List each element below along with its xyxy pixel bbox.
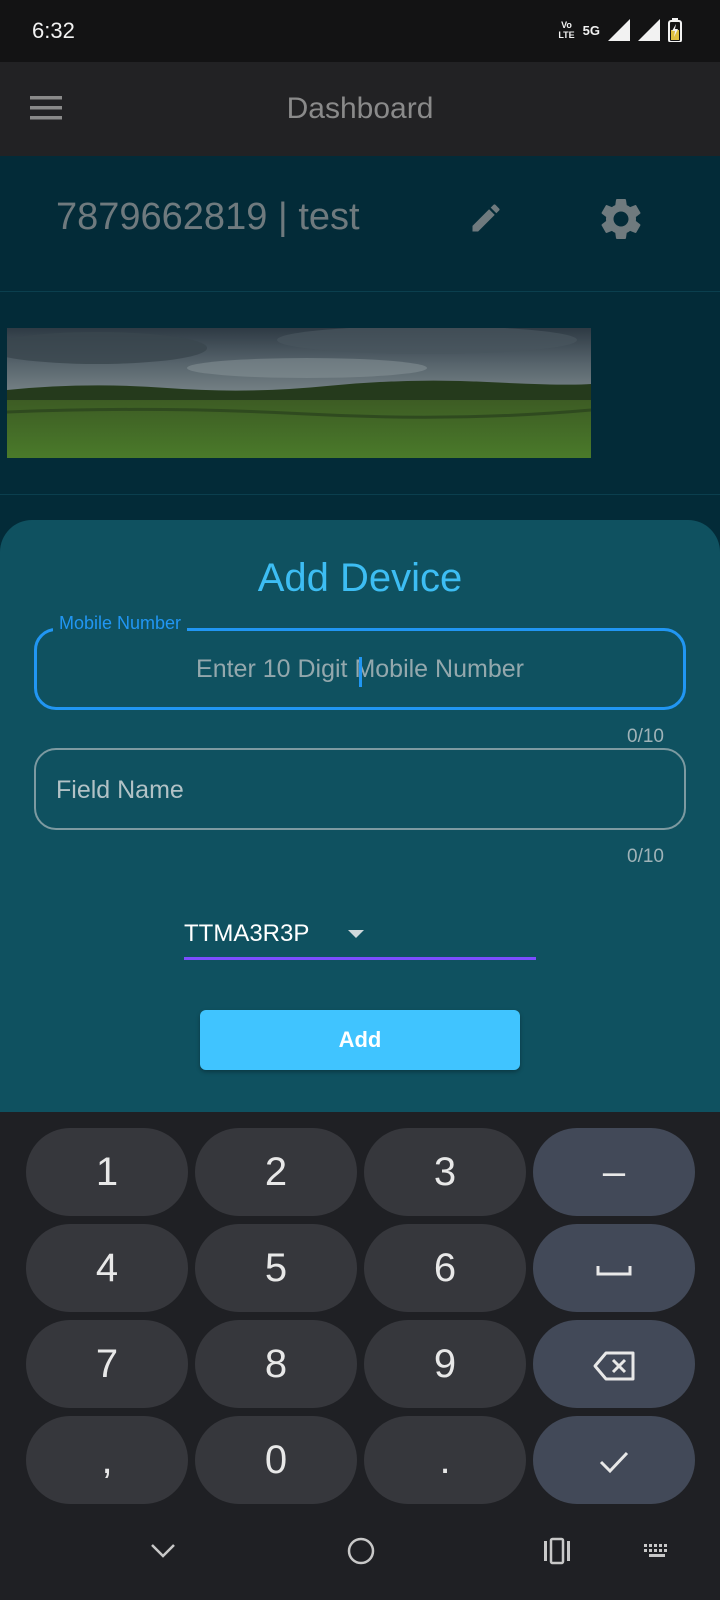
key-0[interactable]: 0	[195, 1416, 357, 1504]
signal-icon	[608, 19, 630, 41]
status-bar: 6:32 Vo LTE 5G	[0, 0, 720, 62]
keyboard-icon[interactable]	[642, 1536, 672, 1566]
page-title: Dashboard	[286, 92, 434, 125]
home-circle-icon[interactable]	[346, 1536, 376, 1566]
dropdown-arrow-icon	[348, 930, 364, 938]
key-done[interactable]	[533, 1416, 695, 1504]
signal-icon	[638, 19, 660, 41]
numeric-keyboard: 1 2 3 – 4 5 6 7 8 9 , 0 .	[0, 1112, 720, 1512]
recents-icon[interactable]	[542, 1536, 572, 1566]
key-backspace[interactable]	[533, 1320, 695, 1408]
backspace-icon	[593, 1351, 635, 1381]
key-8[interactable]: 8	[195, 1320, 357, 1408]
volte-icon: Vo LTE	[558, 20, 575, 40]
status-icons: Vo LTE 5G	[558, 18, 682, 42]
device-header-text: 7879662819 | test	[56, 196, 360, 238]
device-dropdown[interactable]: TTMA3R3P	[184, 916, 536, 960]
battery-charging-icon	[668, 18, 682, 42]
space-icon	[596, 1266, 632, 1276]
key-comma[interactable]: ,	[26, 1416, 188, 1504]
text-cursor	[359, 657, 362, 687]
key-6[interactable]: 6	[364, 1224, 526, 1312]
key-3[interactable]: 3	[364, 1128, 526, 1216]
field-name-counter: 0/10	[627, 846, 664, 867]
checkmark-icon	[599, 1452, 629, 1474]
status-time: 6:32	[32, 18, 75, 43]
field-name-input[interactable]: Field Name	[34, 748, 686, 830]
key-5[interactable]: 5	[195, 1224, 357, 1312]
landscape-image	[7, 328, 591, 458]
key-9[interactable]: 9	[364, 1320, 526, 1408]
key-space[interactable]	[533, 1224, 695, 1312]
key-7[interactable]: 7	[26, 1320, 188, 1408]
field-name-placeholder: Field Name	[56, 776, 184, 804]
mobile-number-label: Mobile Number	[53, 613, 188, 634]
add-button[interactable]: Add	[200, 1010, 520, 1070]
navigation-bar	[0, 1512, 720, 1600]
key-period[interactable]: .	[364, 1416, 526, 1504]
edit-pencil-icon[interactable]	[468, 200, 504, 236]
dropdown-value: TTMA3R3P	[184, 920, 310, 947]
divider	[0, 494, 720, 495]
mobile-number-input[interactable]: Mobile Number Enter 10 Digit Mobile Numb…	[34, 613, 686, 710]
key-4[interactable]: 4	[26, 1224, 188, 1312]
chevron-down-icon[interactable]	[148, 1536, 178, 1566]
key-1[interactable]: 1	[26, 1128, 188, 1216]
add-device-sheet: Add Device Mobile Number Enter 10 Digit …	[0, 520, 720, 1120]
sheet-title: Add Device	[257, 556, 463, 600]
gear-icon[interactable]	[596, 194, 646, 244]
network-type: 5G	[582, 22, 600, 38]
device-header: 7879662819 | test	[0, 156, 720, 292]
app-bar: Dashboard	[0, 62, 720, 156]
key-minus[interactable]: –	[533, 1128, 695, 1216]
mobile-number-counter: 0/10	[627, 726, 664, 747]
key-2[interactable]: 2	[195, 1128, 357, 1216]
